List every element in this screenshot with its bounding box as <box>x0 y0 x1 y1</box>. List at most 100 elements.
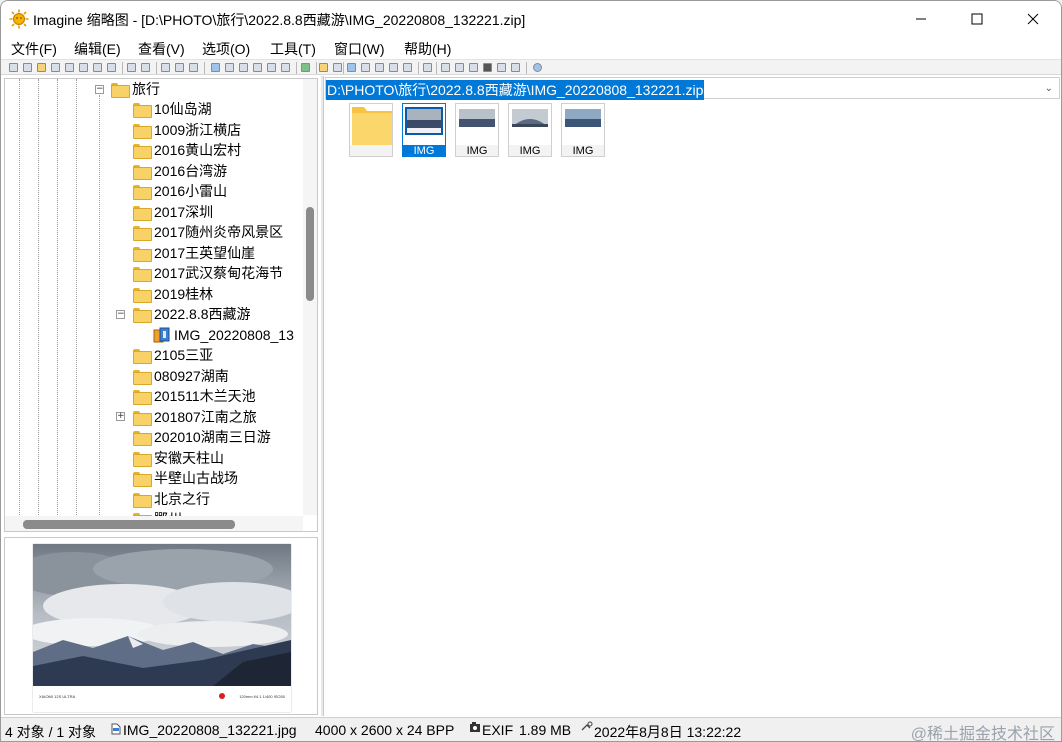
folder-icon <box>133 430 152 446</box>
tree-horizontal-scroll-thumb[interactable] <box>23 520 235 529</box>
toolbar-sort-icon[interactable] <box>423 63 432 72</box>
toolbar-cut-icon[interactable] <box>161 63 170 72</box>
toolbar-capture-icon[interactable] <box>483 63 492 72</box>
thumbnail-photo <box>405 107 443 135</box>
thumbnail-folder[interactable] <box>349 103 393 157</box>
toolbar-refresh-icon[interactable] <box>333 63 342 72</box>
tree-item[interactable]: 2017随州炎帝风景区 <box>133 222 283 242</box>
toolbar-filter-icon[interactable] <box>455 63 464 72</box>
tree-collapse-toggle[interactable]: − <box>95 85 104 94</box>
toolbar-print-icon[interactable] <box>65 63 74 72</box>
exif-text: 120mm f/4.1 1/400 ISO50 <box>239 694 285 699</box>
folder-icon <box>133 184 152 200</box>
tree-item[interactable]: 201511木兰天池 <box>133 386 256 406</box>
title-bar[interactable]: Imagine 缩略图 - [D:\PHOTO\旅行\2022.8.8西藏游\I… <box>1 1 1061 36</box>
toolbar-zoom-icon[interactable] <box>239 63 248 72</box>
tree-item[interactable]: 2016台湾游 <box>133 161 227 181</box>
tree-item[interactable]: 201807江南之旅 <box>133 407 257 427</box>
folder-icon <box>133 246 152 262</box>
tree-item[interactable]: 2019桂林 <box>133 284 213 304</box>
folder-icon <box>133 205 152 221</box>
toolbar-view-small-icon[interactable] <box>375 63 384 72</box>
toolbar-folder-icon[interactable] <box>319 63 328 72</box>
menu-tools[interactable]: 工具(T) <box>270 39 316 59</box>
toolbar-save-icon[interactable] <box>51 63 60 72</box>
tree-horizontal-scrollbar[interactable] <box>5 516 303 531</box>
chevron-down-icon[interactable]: ⌄ <box>1045 83 1053 94</box>
tree-item[interactable]: 202010湖南三日游 <box>133 427 271 447</box>
folder-icon <box>111 82 130 98</box>
tree-item[interactable]: 北京之行 <box>133 489 210 509</box>
maximize-button[interactable] <box>949 1 1005 36</box>
preview-photo-card[interactable]: XIAOMI 12S ULTRA 120mm f/4.1 1/400 ISO50 <box>33 544 291 712</box>
thumbnail-pane[interactable]: D:\PHOTO\旅行\2022.8.8西藏游\IMG_20220808_132… <box>323 76 1061 716</box>
thumbnail-image[interactable]: IMG <box>455 103 499 157</box>
toolbar <box>1 59 1061 75</box>
close-button[interactable] <box>1005 1 1061 36</box>
tree-item[interactable]: 2105三亚 <box>133 345 213 365</box>
toolbar-scan-icon[interactable] <box>79 63 88 72</box>
tree-item[interactable]: 半壁山古战场 <box>133 468 238 488</box>
toolbar-properties-icon[interactable] <box>497 63 506 72</box>
menu-help[interactable]: 帮助(H) <box>404 39 451 59</box>
toolbar-view-medium-icon[interactable] <box>361 63 370 72</box>
toolbar-batch-icon[interactable] <box>469 63 478 72</box>
toolbar-crop-icon[interactable] <box>281 63 290 72</box>
tree-item[interactable]: 10仙岛湖 <box>133 99 212 119</box>
toolbar-mail-icon[interactable] <box>107 63 116 72</box>
toolbar-fullscreen-icon[interactable] <box>211 63 220 72</box>
menu-file[interactable]: 文件(F) <box>11 39 57 59</box>
toolbar-copy-icon[interactable] <box>175 63 184 72</box>
toolbar-fit-icon[interactable] <box>225 63 234 72</box>
maximize-icon <box>971 13 983 24</box>
tree-item[interactable]: 080927湖南 <box>133 366 229 386</box>
toolbar-open-icon[interactable] <box>37 63 46 72</box>
tree-item[interactable]: 安徽天柱山 <box>133 448 224 468</box>
tree-item[interactable]: 2016黄山宏村 <box>133 140 241 160</box>
toolbar-view-list-icon[interactable] <box>389 63 398 72</box>
toolbar-view-details-icon[interactable] <box>403 63 412 72</box>
tree-collapse-toggle[interactable]: − <box>116 310 125 319</box>
folder-icon <box>133 164 152 180</box>
minimize-button[interactable] <box>893 1 949 36</box>
menu-options[interactable]: 选项(O) <box>202 39 250 59</box>
address-bar[interactable]: D:\PHOTO\旅行\2022.8.8西藏游\IMG_20220808_132… <box>325 77 1060 100</box>
tree-item[interactable]: 1009浙江横店 <box>133 120 241 140</box>
toolbar-view-large-icon[interactable] <box>347 63 356 72</box>
toolbar-rotate-icon[interactable] <box>253 63 262 72</box>
toolbar-flip-icon[interactable] <box>267 63 276 72</box>
toolbar-settings-icon[interactable] <box>511 63 520 72</box>
toolbar-paste-icon[interactable] <box>189 63 198 72</box>
toolbar-slideshow-icon[interactable] <box>301 63 310 72</box>
menu-edit[interactable]: 编辑(E) <box>74 39 121 59</box>
toolbar-help-icon[interactable] <box>533 63 542 72</box>
tree-item-zip[interactable]: IMG_20220808_13 <box>153 325 294 345</box>
tree-guide-line <box>99 95 100 531</box>
menu-window[interactable]: 窗口(W) <box>334 39 385 59</box>
folder-icon <box>133 287 152 303</box>
thumbnail-image[interactable]: IMG <box>561 103 605 157</box>
tree-expand-toggle[interactable]: + <box>116 412 125 421</box>
tree-vertical-scrollbar[interactable] <box>303 79 317 515</box>
toolbar-camera-icon[interactable] <box>93 63 102 72</box>
thumbnail-image[interactable]: IMG <box>402 103 446 157</box>
toolbar-back-icon[interactable] <box>9 63 18 72</box>
toolbar-undo-icon[interactable] <box>141 63 150 72</box>
tree-item[interactable]: 2017王英望仙崖 <box>133 243 255 263</box>
tree-item[interactable]: 2016小雷山 <box>133 181 227 201</box>
tree-item[interactable]: 2017深圳 <box>133 202 213 222</box>
folder-icon <box>133 451 152 467</box>
address-path[interactable]: D:\PHOTO\旅行\2022.8.8西藏游\IMG_20220808_132… <box>326 80 705 100</box>
tree-item-travel[interactable]: 旅行 <box>111 79 160 99</box>
folder-tree[interactable]: − 旅行 10仙岛湖 1009浙江横店 2016黄山宏村 2016台湾游 201… <box>4 78 318 532</box>
tree-item[interactable]: 2017武汉蔡甸花海节 <box>133 263 283 283</box>
toolbar-forward-icon[interactable] <box>23 63 32 72</box>
thumbnail-image[interactable]: IMG <box>508 103 552 157</box>
toolbar-separator <box>204 62 205 74</box>
toolbar-delete-icon[interactable] <box>127 63 136 72</box>
toolbar-search-icon[interactable] <box>441 63 450 72</box>
tree-vertical-scroll-thumb[interactable] <box>306 207 314 301</box>
tree-item-tibet[interactable]: 2022.8.8西藏游 <box>133 304 251 324</box>
menu-view[interactable]: 查看(V) <box>138 39 185 59</box>
tree-item-label: 201511木兰天池 <box>154 388 256 404</box>
